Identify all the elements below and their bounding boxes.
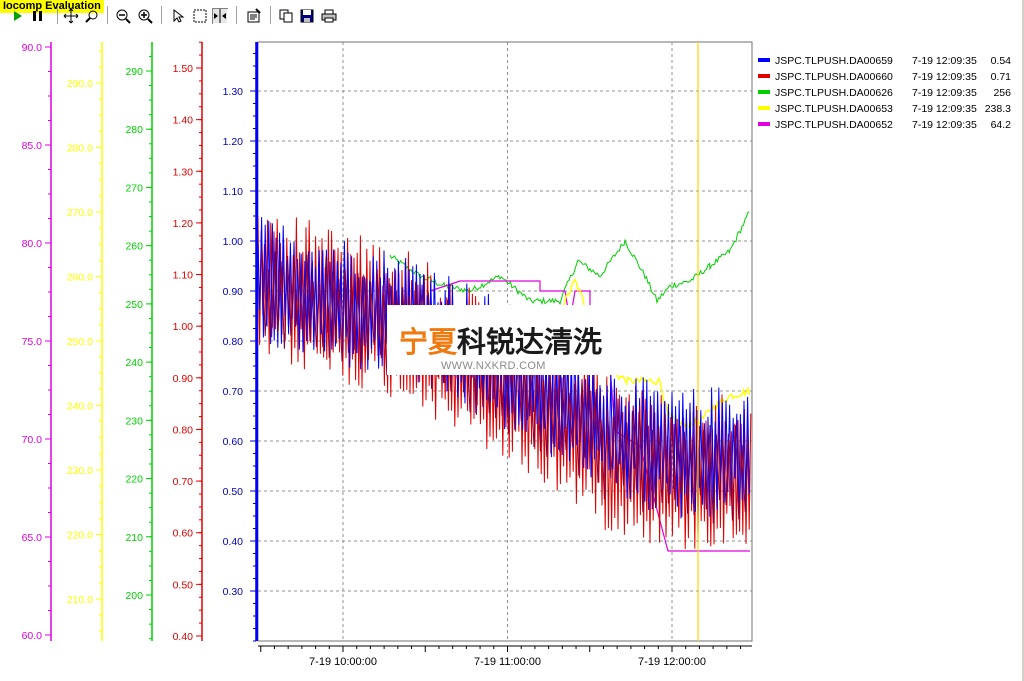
y-axis-tick-label: 280.0 [67,143,93,155]
y-axis-tick-label: 80.0 [22,238,43,250]
y-axis-tick-label: 1.30 [173,166,194,178]
y-axis-tick-label: 0.30 [223,586,244,598]
x-axis-tick-label: 7-19 10:00:00 [309,656,377,668]
y-axis-tick-label: 60.0 [22,630,43,642]
legend-series-name: JSPC.TLPUSH.DA00660 [775,71,893,83]
y-axis-tick-label: 0.50 [173,579,194,591]
y-axis-tick-label: 85.0 [22,140,43,152]
y-axis-tick-label: 1.30 [223,86,244,98]
legend-time: 7-19 12:09:35 [912,87,977,99]
legend-value: 0.71 [991,71,1012,83]
legend-value: 238.3 [985,103,1011,115]
y-axis-tick-label: 270.0 [67,207,93,219]
watermark-logo-black: 科锐达清洗 [457,325,603,359]
trend-chart-window: Iocomp Evaluation 7-19 10:00:00 7-19 11:… [0,0,1024,681]
y-axis-tick-label: 1.40 [173,115,194,127]
y-axis-tick-label: 1.10 [223,186,244,198]
y-axis-tick-label: 0.60 [223,436,244,448]
y-axis-tick-label: 220 [125,474,143,486]
y-axis-tick-label: 1.20 [173,218,194,230]
legend-value: 256 [993,87,1011,99]
y-axis-tick-label: 1.10 [173,270,194,282]
y-axis-tick-label: 0.50 [223,486,244,498]
y-axis-tick-label: 0.40 [173,631,194,643]
y-axis-tick-label: 1.00 [223,236,244,248]
watermark-url: WWW.NXKRD.COM [441,360,546,372]
legend-swatch [758,90,770,94]
y-axis-tick-label: 270 [125,182,143,194]
y-axis-tick-label: 0.70 [173,476,194,488]
legend-value: 0.54 [991,55,1012,67]
legend-swatch [758,122,770,126]
legend-series-name: JSPC.TLPUSH.DA00653 [775,103,893,115]
legend-time: 7-19 12:09:35 [912,55,977,67]
y-axis-tick-label: 0.40 [223,536,244,548]
y-axis-tick-label: 0.90 [223,286,244,298]
legend-time: 7-19 12:09:35 [912,103,977,115]
y-axis-tick-label: 230 [125,415,143,427]
y-axis-tick-label: 1.20 [223,136,244,148]
legend-value: 64.2 [991,119,1012,131]
y-axis-tick-label: 290 [125,66,143,78]
legend-series-name: JSPC.TLPUSH.DA00659 [775,55,893,67]
legend-series-name: JSPC.TLPUSH.DA00652 [775,119,893,131]
y-axis-tick-label: 65.0 [22,532,43,544]
y-axis-tick-label: 0.70 [223,386,244,398]
y-axis-tick-label: 1.00 [173,321,194,333]
watermark-logo-orange: 宁夏 [399,325,458,359]
legend-swatch [758,74,770,78]
x-axis-tick-label: 7-19 12:00:00 [638,656,706,668]
legend: JSPC.TLPUSH.DA00659 7-19 12:09:35 0.54 JSPC… [758,55,1011,131]
watermark-logo-text: 宁夏科锐达清洗 [399,319,602,361]
y-axis-tick-label: 0.60 [173,528,194,540]
legend-series-name: JSPC.TLPUSH.DA00626 [775,87,893,99]
y-axis-tick-label: 260.0 [67,272,93,284]
y-axis-tick-label: 260 [125,241,143,253]
y-axis-tick-label: 240.0 [67,401,93,413]
legend-time: 7-19 12:09:35 [912,119,977,131]
y-axis-tick-label: 1.50 [173,63,194,75]
y-axis-tick-label: 220.0 [67,530,93,542]
y-axis-tick-label: 280 [125,124,143,136]
watermark-logo: 宁夏科锐达清洗 WWW.NXKRD.COM [387,305,639,375]
y-axis-tick-label: 250.0 [67,336,93,348]
y-axis-tick-label: 290.0 [67,78,93,90]
y-axis-tick-label: 70.0 [22,434,43,446]
y-axis-tick-label: 75.0 [22,336,43,348]
y-axis-tick-label: 210.0 [67,594,93,606]
y-axis-tick-label: 210 [125,532,143,544]
y-axis-tick-label: 230.0 [67,465,93,477]
legend-swatch [758,106,770,110]
y-axis-tick-label: 250 [125,299,143,311]
legend-swatch [758,58,770,62]
y-axis-tick-label: 0.80 [173,424,194,436]
x-axis-tick-label: 7-19 11:00:00 [474,656,541,668]
y-axis-tick-label: 0.80 [223,336,244,348]
y-axis-tick-label: 200 [125,590,143,602]
y-axis-tick-label: 240 [125,357,143,369]
legend-time: 7-19 12:09:35 [912,71,977,83]
y-axis-tick-label: 0.90 [173,373,194,385]
y-axis-tick-label: 90.0 [22,42,43,54]
